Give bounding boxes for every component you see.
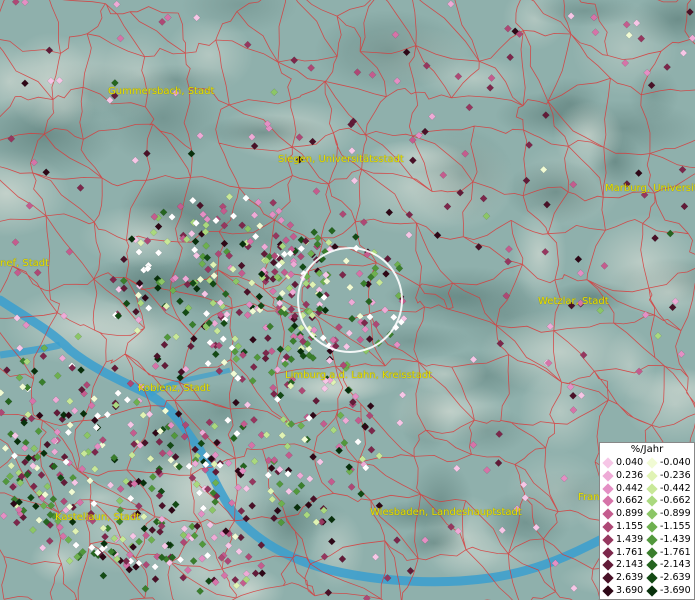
terrain-patch — [164, 17, 254, 93]
place-label-frankfurt: Fran — [578, 492, 600, 503]
legend-positive-swatch — [602, 559, 614, 572]
place-label-nef: nef, Stadt — [0, 258, 50, 269]
legend-positive-swatch — [602, 534, 614, 546]
legend-negative-swatch — [646, 521, 658, 533]
legend-negative-label: -1.761 — [660, 546, 691, 558]
legend-positive-label: 0.442 — [616, 482, 644, 494]
legend: %/Jahr 0.040 -0.040 0.236 -0.236 0.442 -0.442… — [599, 442, 695, 600]
legend-positive-swatch — [602, 470, 614, 482]
legend-negative-swatch — [646, 457, 658, 469]
terrain-patch — [313, 10, 465, 93]
legend-negative-label: -0.442 — [660, 482, 691, 494]
legend-positive-label: 0.899 — [616, 508, 644, 520]
legend-positive-label: 1.761 — [616, 546, 644, 558]
legend-positive-label: 0.662 — [616, 495, 644, 507]
place-label-gummersbach: Gummersbach, Stadt — [108, 86, 215, 97]
legend-positive-swatch — [602, 482, 614, 495]
place-label-koblenz: Koblenz, Stadt — [138, 383, 211, 394]
legend-negative-label: -2.143 — [660, 559, 691, 571]
legend-negative-label: -1.155 — [660, 521, 691, 532]
legend-negative-label: -0.662 — [660, 495, 691, 507]
legend-positive-label: 0.236 — [616, 469, 644, 481]
place-label-wiesbaden: Wiesbaden, Landeshauptstadt — [370, 507, 522, 518]
legend-positive-label: 3.690 — [616, 585, 644, 596]
legend-positive-swatch — [602, 546, 614, 559]
legend-positive-swatch — [602, 572, 614, 584]
legend-negative-label: -0.040 — [660, 457, 691, 468]
legend-negative-swatch — [646, 546, 658, 559]
legend-positive-label: 0.040 — [616, 457, 644, 468]
legend-negative-label: -0.236 — [660, 469, 691, 481]
place-label-marburg: Marburg, Universit — [605, 183, 695, 194]
legend-positive-label: 2.143 — [616, 559, 644, 571]
legend-positive-swatch — [602, 585, 614, 597]
terrain-patch — [553, 101, 624, 171]
legend-negative-label: -3.690 — [660, 585, 691, 596]
legend-negative-label: -2.639 — [660, 572, 691, 584]
legend-negative-swatch — [646, 508, 658, 520]
terrain-patch — [446, 406, 529, 455]
legend-positive-swatch — [602, 521, 614, 533]
legend-negative-swatch — [646, 482, 658, 495]
place-label-kastellaun: Kastellaun, Stadt — [55, 512, 141, 523]
place-label-siegen: Siegen, Universitätsstadt — [278, 154, 404, 165]
place-label-limburg: Limburg a.d. Lahn, Kreisstadt — [285, 370, 433, 381]
legend-negative-label: -0.899 — [660, 508, 691, 520]
place-label-wetzlar: Wetzlar, Stadt — [538, 296, 609, 307]
legend-negative-swatch — [646, 534, 658, 546]
legend-positive-swatch — [602, 495, 614, 508]
legend-title: %/Jahr — [630, 444, 664, 455]
legend-negative-swatch — [646, 470, 658, 482]
legend-positive-label: 1.155 — [616, 521, 644, 532]
legend-positive-swatch — [602, 508, 614, 520]
legend-positive-label: 1.439 — [616, 533, 644, 545]
legend-negative-swatch — [646, 495, 658, 508]
legend-negative-swatch — [646, 585, 658, 597]
legend-positive-swatch — [602, 457, 614, 469]
terrain-patch — [628, 66, 680, 123]
legend-negative-swatch — [646, 559, 658, 572]
legend-negative-label: -1.439 — [660, 533, 691, 545]
terrain-patch — [78, 204, 208, 269]
legend-positive-label: 2.639 — [616, 572, 644, 584]
legend-negative-swatch — [646, 572, 658, 584]
